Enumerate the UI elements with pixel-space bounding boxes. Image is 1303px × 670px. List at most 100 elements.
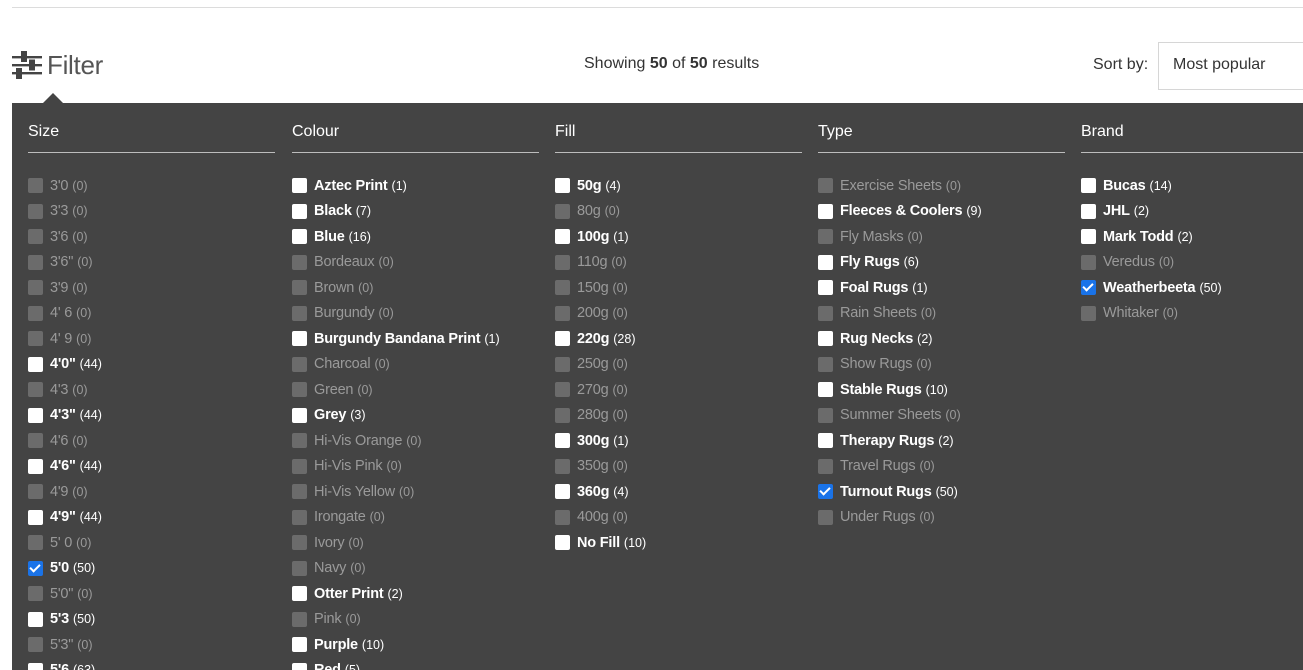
checkbox[interactable]: [28, 611, 43, 627]
filter-option[interactable]: Whitaker (0): [1081, 301, 1222, 327]
filter-option[interactable]: Navy (0): [292, 556, 500, 582]
checkbox[interactable]: [555, 254, 570, 270]
filter-option[interactable]: Show Rugs (0): [818, 352, 982, 378]
filter-option[interactable]: Foal Rugs (1): [818, 275, 982, 301]
checkbox[interactable]: [818, 280, 833, 296]
checkbox[interactable]: [555, 535, 570, 551]
filter-option[interactable]: Burgundy (0): [292, 301, 500, 327]
filter-option[interactable]: 110g (0): [555, 250, 646, 276]
checkbox[interactable]: [818, 433, 833, 449]
checkbox[interactable]: [28, 203, 43, 219]
checkbox[interactable]: [818, 356, 833, 372]
filter-option[interactable]: Ivory (0): [292, 530, 500, 556]
filter-option[interactable]: Burgundy Bandana Print (1): [292, 326, 500, 352]
filter-option[interactable]: Grey (3): [292, 403, 500, 429]
filter-option[interactable]: 4' 6 (0): [28, 301, 102, 327]
checkbox[interactable]: [1081, 229, 1096, 245]
filter-option[interactable]: Purple (10): [292, 632, 500, 658]
filter-option[interactable]: Hi-Vis Yellow (0): [292, 479, 500, 505]
filter-option[interactable]: Weatherbeeta (50): [1081, 275, 1222, 301]
filter-option[interactable]: 300g (1): [555, 428, 646, 454]
checkbox[interactable]: [555, 178, 570, 194]
checkbox[interactable]: [292, 280, 307, 296]
checkbox-checked[interactable]: [28, 560, 43, 576]
filter-option[interactable]: 100g (1): [555, 224, 646, 250]
filter-option[interactable]: 5'0" (0): [28, 581, 102, 607]
checkbox[interactable]: [292, 229, 307, 245]
filter-option[interactable]: Summer Sheets (0): [818, 403, 982, 429]
checkbox[interactable]: [818, 458, 833, 474]
filter-option[interactable]: 250g (0): [555, 352, 646, 378]
checkbox[interactable]: [292, 458, 307, 474]
sort-select[interactable]: Most popular: [1158, 42, 1303, 90]
checkbox[interactable]: [555, 305, 570, 321]
filter-option[interactable]: Aztec Print (1): [292, 173, 500, 199]
filter-option[interactable]: 3'3 (0): [28, 199, 102, 225]
filter-option[interactable]: 5' 0 (0): [28, 530, 102, 556]
checkbox[interactable]: [28, 662, 43, 670]
filter-option[interactable]: 3'9 (0): [28, 275, 102, 301]
checkbox[interactable]: [1081, 203, 1096, 219]
filter-option[interactable]: 350g (0): [555, 454, 646, 480]
filter-option[interactable]: Hi-Vis Orange (0): [292, 428, 500, 454]
checkbox[interactable]: [292, 433, 307, 449]
filter-option[interactable]: 4'0" (44): [28, 352, 102, 378]
filter-option[interactable]: 3'6 (0): [28, 224, 102, 250]
checkbox[interactable]: [555, 331, 570, 347]
checkbox[interactable]: [292, 611, 307, 627]
checkbox[interactable]: [292, 407, 307, 423]
filter-option[interactable]: 4'6" (44): [28, 454, 102, 480]
checkbox[interactable]: [28, 509, 43, 525]
checkbox[interactable]: [28, 458, 43, 474]
filter-option[interactable]: Bucas (14): [1081, 173, 1222, 199]
filter-option[interactable]: Rug Necks (2): [818, 326, 982, 352]
checkbox[interactable]: [555, 484, 570, 500]
checkbox[interactable]: [292, 203, 307, 219]
filter-option[interactable]: Travel Rugs (0): [818, 454, 982, 480]
checkbox[interactable]: [555, 280, 570, 296]
filter-option[interactable]: 4'6 (0): [28, 428, 102, 454]
filter-option[interactable]: 3'6" (0): [28, 250, 102, 276]
checkbox[interactable]: [818, 331, 833, 347]
filter-option[interactable]: 4'3 (0): [28, 377, 102, 403]
filter-option[interactable]: Bordeaux (0): [292, 250, 500, 276]
checkbox[interactable]: [292, 637, 307, 653]
checkbox[interactable]: [818, 203, 833, 219]
filter-option[interactable]: Irongate (0): [292, 505, 500, 531]
filter-option[interactable]: 5'3" (0): [28, 632, 102, 658]
filter-option[interactable]: Turnout Rugs (50): [818, 479, 982, 505]
checkbox[interactable]: [818, 382, 833, 398]
checkbox[interactable]: [292, 178, 307, 194]
checkbox[interactable]: [1081, 178, 1096, 194]
filter-toggle-button[interactable]: Filter: [12, 48, 103, 82]
checkbox[interactable]: [1081, 305, 1096, 321]
filter-option[interactable]: 4' 9 (0): [28, 326, 102, 352]
checkbox[interactable]: [28, 433, 43, 449]
checkbox[interactable]: [28, 229, 43, 245]
checkbox[interactable]: [555, 509, 570, 525]
checkbox[interactable]: [555, 433, 570, 449]
filter-option[interactable]: Exercise Sheets (0): [818, 173, 982, 199]
checkbox[interactable]: [818, 305, 833, 321]
checkbox[interactable]: [28, 586, 43, 602]
filter-option[interactable]: 280g (0): [555, 403, 646, 429]
filter-option[interactable]: Pink (0): [292, 607, 500, 633]
checkbox[interactable]: [555, 407, 570, 423]
checkbox[interactable]: [28, 305, 43, 321]
filter-option[interactable]: 400g (0): [555, 505, 646, 531]
checkbox[interactable]: [1081, 254, 1096, 270]
filter-option[interactable]: 220g (28): [555, 326, 646, 352]
filter-option[interactable]: Fleeces & Coolers (9): [818, 199, 982, 225]
filter-option[interactable]: Under Rugs (0): [818, 505, 982, 531]
filter-option[interactable]: Mark Todd (2): [1081, 224, 1222, 250]
checkbox[interactable]: [292, 254, 307, 270]
filter-option[interactable]: Green (0): [292, 377, 500, 403]
filter-option[interactable]: Otter Print (2): [292, 581, 500, 607]
filter-option[interactable]: Brown (0): [292, 275, 500, 301]
filter-option[interactable]: Veredus (0): [1081, 250, 1222, 276]
checkbox[interactable]: [28, 535, 43, 551]
filter-option[interactable]: 270g (0): [555, 377, 646, 403]
filter-option[interactable]: Red (5): [292, 658, 500, 670]
checkbox[interactable]: [555, 203, 570, 219]
checkbox[interactable]: [28, 356, 43, 372]
